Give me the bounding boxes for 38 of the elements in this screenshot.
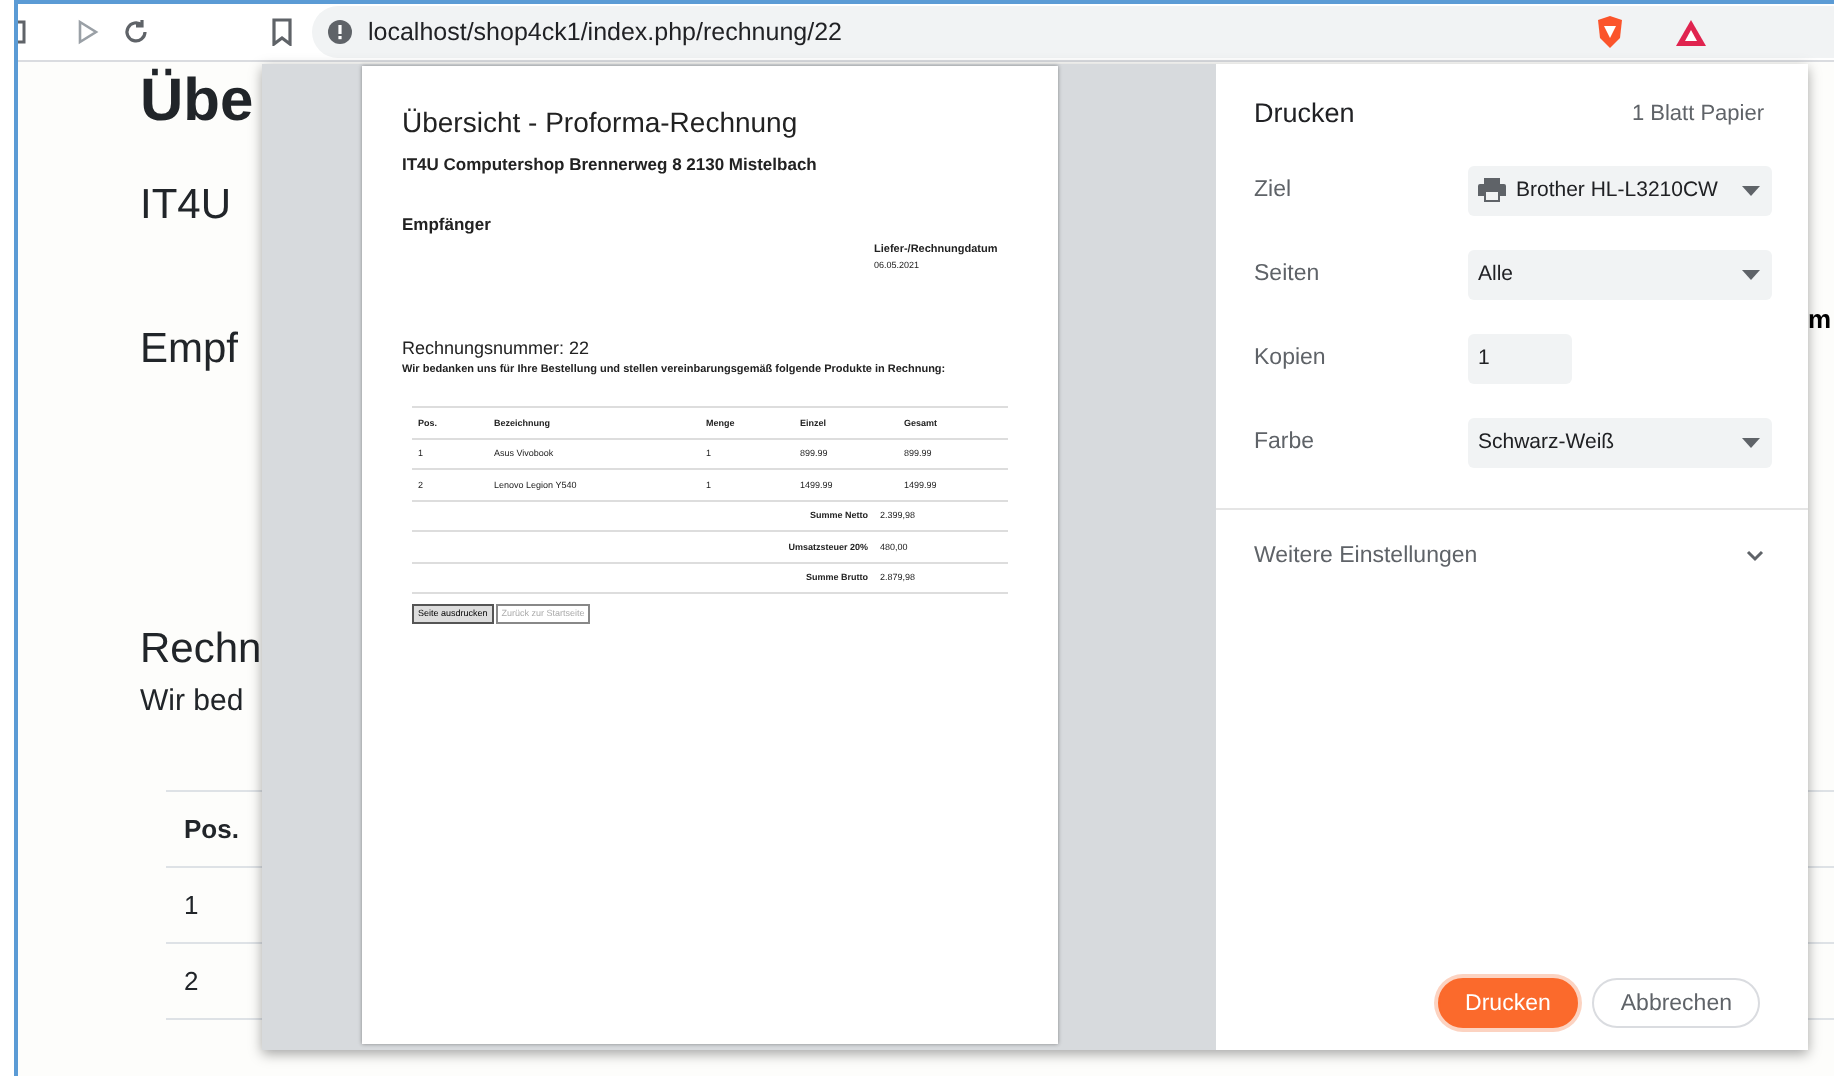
page-heading: Übe [140,68,254,136]
forward-icon[interactable] [74,18,102,46]
invoice-heading: Rechn [140,624,262,676]
sheet-count: 1 Blatt Papier [1631,101,1764,125]
field-label: Seiten [1254,262,1322,286]
table-cell: 2 [184,966,199,996]
more-settings-toggle[interactable]: Weitere Einstellungen [1254,544,1764,568]
dropdown-caret-icon [1742,437,1760,447]
table-cell: 1 [184,890,199,920]
company-heading: IT4U [140,180,232,232]
info-icon [328,20,352,44]
recipient-heading: Empf [140,324,239,376]
document-title: Übersicht - Proforma-Rechnung [402,106,800,138]
address-bar[interactable]: localhost/shop4ck1/index.php/rechnung/22 [312,6,1834,58]
dialog-title: Drucken [1254,98,1355,128]
url-text: localhost/shop4ck1/index.php/rechnung/22 [368,18,842,46]
select-field[interactable]: Brother HL-L3210CW [1468,165,1772,215]
page-text: m [1808,304,1832,334]
triangle-icon[interactable] [1676,19,1706,45]
select-field[interactable]: Schwarz-Weiß [1468,417,1772,467]
company-line: IT4U Computershop Brennerweg 8 2130 Mistelbach [402,154,819,174]
dropdown-caret-icon [1742,185,1760,195]
select-field[interactable]: Alle [1468,249,1772,299]
shield-icon[interactable] [1596,16,1624,48]
field-label: Farbe [1254,430,1317,454]
field-label: Kopien [1254,346,1328,370]
reload-icon[interactable] [122,18,150,46]
column-header: Pos. [184,814,239,844]
intro-text: Wir bed [140,684,244,718]
chevron-icon [1746,550,1764,562]
field-label: Ziel [1254,178,1294,202]
cancel-button[interactable]: Abbrechen [1592,978,1760,1028]
copies-field[interactable]: 1 [1468,333,1572,383]
bookmark-icon[interactable] [268,18,296,46]
dropdown-caret-icon [1742,269,1760,279]
recipient-label: Empfänger [402,214,493,234]
invoice-number: Rechnungsnummer: 22 [402,338,592,358]
printer-icon [1478,178,1506,202]
